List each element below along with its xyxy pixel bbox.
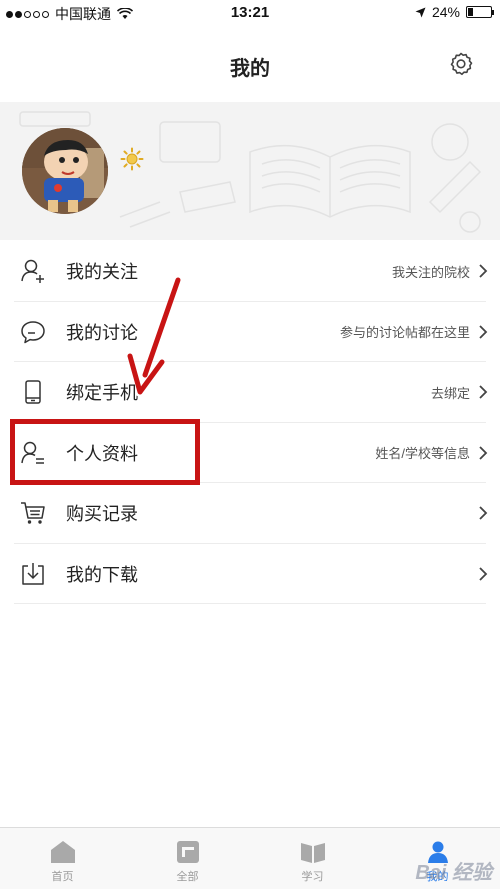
chevron-right-icon	[479, 567, 488, 581]
battery-percent: 24%	[431, 4, 460, 20]
chevron-right-icon	[479, 385, 488, 399]
tab-home[interactable]: 首页	[0, 828, 125, 889]
menu-item-my-discussions[interactable]: 我的讨论 参与的讨论帖都在这里	[0, 302, 500, 363]
menu-item-hint: 姓名/学校等信息	[375, 446, 470, 462]
profile-banner	[0, 102, 500, 240]
tab-bar: 首页 全部 学习 我的 Bai 经验	[0, 827, 500, 889]
menu-item-label: 我的讨论	[66, 322, 138, 343]
watermark: Bai 经验	[415, 862, 492, 884]
tab-label: 首页	[51, 871, 74, 883]
phone-icon	[25, 380, 41, 404]
menu-item-my-downloads[interactable]: 我的下载	[0, 544, 500, 605]
menu-item-label: 购买记录	[66, 504, 138, 525]
menu-item-label: 绑定手机	[66, 383, 138, 404]
cartoon-avatar-image	[22, 128, 108, 214]
follow-user-icon	[21, 260, 44, 284]
chat-bubble-icon	[21, 321, 45, 343]
page-title: 我的	[230, 58, 270, 80]
settings-gear-icon[interactable]	[448, 51, 474, 77]
avatar[interactable]	[22, 128, 108, 214]
menu-item-my-follows[interactable]: 我的关注 我关注的院校	[0, 241, 500, 302]
menu-item-bind-phone[interactable]: 绑定手机 去绑定	[0, 362, 500, 423]
chevron-right-icon	[479, 506, 488, 520]
nav-bar: 我的	[0, 24, 500, 102]
menu-item-purchase-history[interactable]: 购买记录	[0, 483, 500, 544]
battery-icon	[466, 6, 494, 18]
home-icon	[50, 841, 75, 863]
chevron-right-icon	[479, 325, 488, 339]
book-icon	[300, 843, 325, 863]
tab-study[interactable]: 学习	[250, 828, 375, 889]
menu-item-hint: 我关注的院校	[391, 264, 470, 280]
status-bar: 中国联通 13:21 24%	[0, 0, 500, 24]
download-icon	[22, 562, 44, 585]
menu-item-hint: 去绑定	[430, 385, 470, 401]
tab-all[interactable]: 全部	[125, 828, 250, 889]
menu-item-hint: 参与的讨论帖都在这里	[339, 325, 470, 341]
sun-level-icon	[120, 147, 144, 171]
tab-label: 学习	[301, 871, 324, 883]
chevron-right-icon	[479, 446, 488, 460]
status-right: 24%	[415, 4, 494, 20]
cart-icon	[21, 502, 45, 524]
menu-item-label: 我的下载	[66, 564, 138, 585]
chevron-right-icon	[479, 264, 488, 278]
annotation-highlight-box	[10, 419, 200, 485]
category-icon	[176, 841, 199, 863]
menu-item-label: 我的关注	[66, 262, 138, 283]
location-arrow-icon	[415, 7, 426, 17]
tab-label: 全部	[176, 871, 199, 883]
